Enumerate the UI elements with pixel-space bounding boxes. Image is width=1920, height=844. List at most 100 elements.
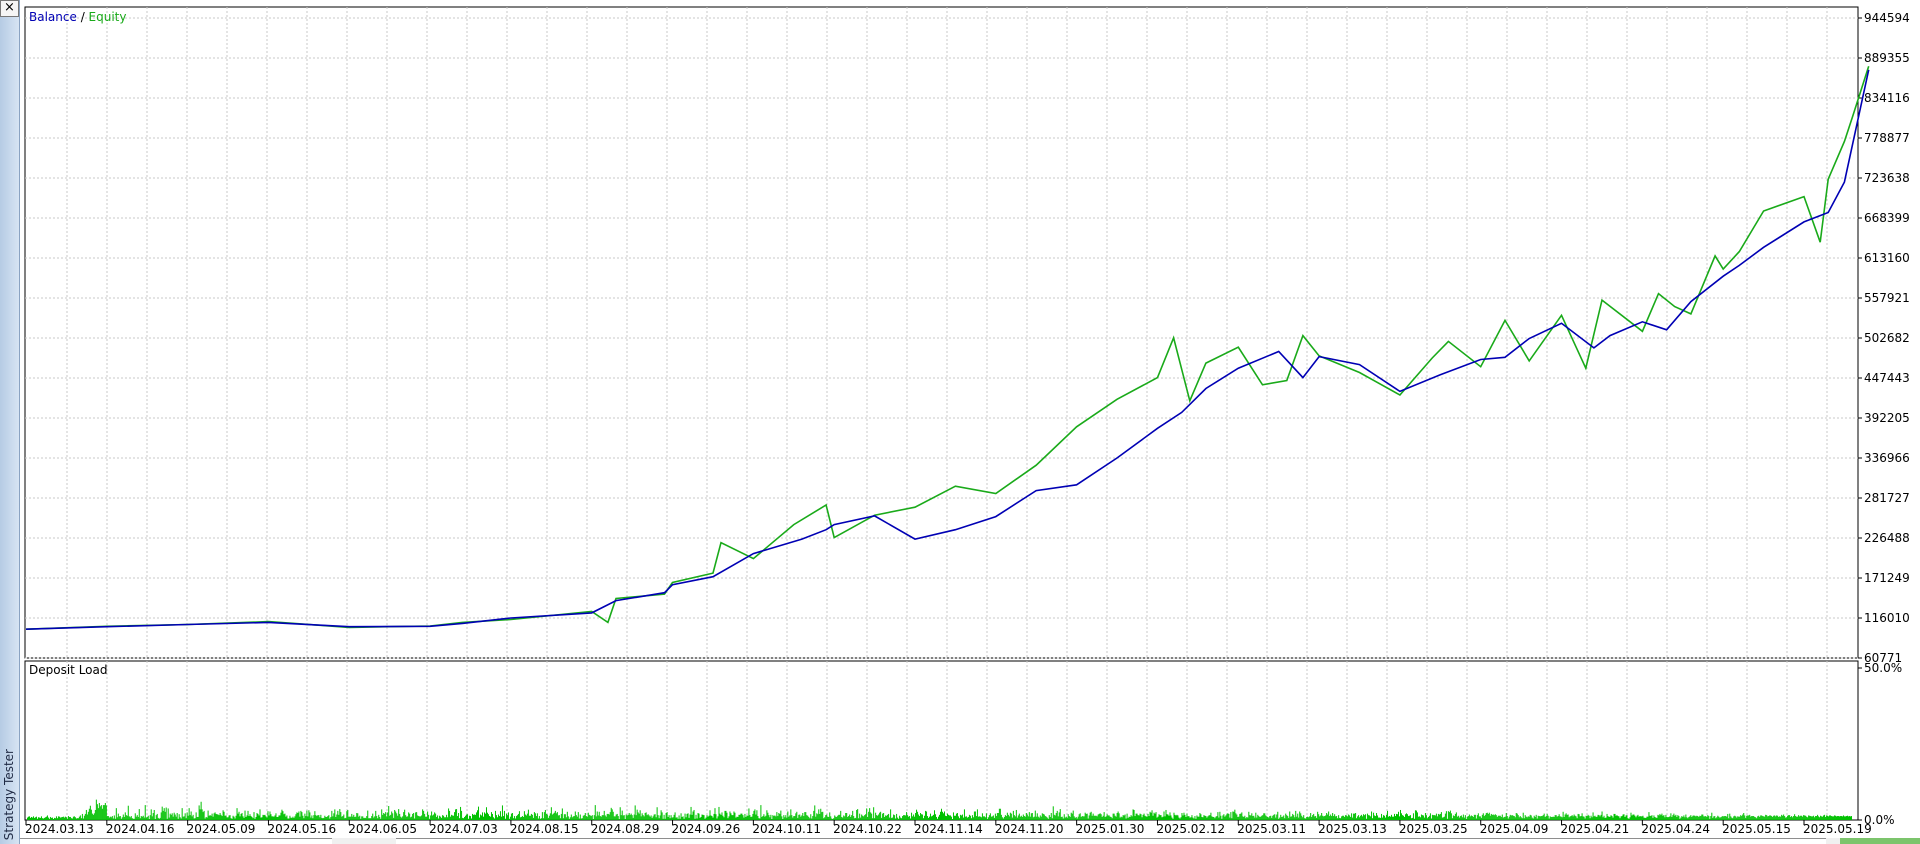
deposit-load-bar bbox=[1236, 814, 1238, 820]
deposit-load-bar bbox=[1009, 812, 1011, 820]
deposit-load-bar bbox=[1219, 811, 1221, 820]
deposit-load-bar bbox=[74, 817, 76, 820]
deposit-load-bar bbox=[165, 807, 167, 820]
deposit-load-bar bbox=[1058, 812, 1060, 820]
deposit-load-bar bbox=[1380, 817, 1382, 820]
deposit-load-bar bbox=[873, 807, 875, 820]
deposit-load-bar bbox=[601, 815, 603, 820]
deposit-load-bar bbox=[658, 818, 660, 820]
deposit-load-bar bbox=[332, 816, 334, 820]
deposit-load-bar bbox=[1149, 811, 1151, 820]
deposit-load-bar bbox=[486, 812, 488, 820]
scrollbar-track[interactable] bbox=[396, 838, 1826, 844]
deposit-load-bar bbox=[1348, 814, 1350, 820]
deposit-load-bar bbox=[904, 815, 906, 820]
deposit-load-bar bbox=[324, 815, 326, 820]
deposit-load-bar bbox=[484, 812, 485, 820]
deposit-load-bar bbox=[1563, 816, 1565, 820]
deposit-load-bar bbox=[575, 815, 577, 820]
deposit-load-bar bbox=[83, 815, 85, 820]
deposit-load-bar bbox=[789, 815, 791, 820]
deposit-load-bar bbox=[545, 813, 547, 820]
deposit-load-bar bbox=[762, 816, 764, 820]
deposit-load-bar bbox=[1350, 816, 1352, 820]
deposit-load-bar bbox=[1721, 816, 1723, 820]
deposit-load-bar bbox=[1051, 818, 1053, 820]
deposit-load-bar bbox=[645, 812, 647, 820]
deposit-load-bar bbox=[1453, 816, 1455, 820]
deposit-load-bar bbox=[1722, 816, 1724, 820]
deposit-load-bar bbox=[1645, 817, 1647, 820]
deposit-load-bar bbox=[951, 819, 953, 820]
deposit-load-bar bbox=[561, 808, 563, 820]
deposit-load-bar bbox=[291, 817, 293, 820]
deposit-load-bar bbox=[775, 816, 777, 820]
deposit-load-bar bbox=[1480, 817, 1482, 820]
deposit-load-bar bbox=[1559, 816, 1561, 820]
deposit-load-bar bbox=[309, 812, 311, 820]
deposit-load-bar bbox=[34, 817, 36, 820]
deposit-load-bar bbox=[979, 816, 981, 820]
deposit-load-bar bbox=[1746, 815, 1748, 820]
deposit-load-bar bbox=[1274, 814, 1276, 820]
deposit-load-bar bbox=[300, 810, 302, 820]
deposit-load-bar bbox=[1573, 814, 1575, 820]
deposit-load-bar bbox=[150, 809, 152, 820]
deposit-load-bar bbox=[228, 815, 230, 820]
deposit-load-bar bbox=[860, 817, 862, 820]
deposit-load-bar bbox=[897, 817, 899, 820]
deposit-load-bar bbox=[1263, 813, 1265, 820]
deposit-load-bar bbox=[1493, 815, 1495, 820]
deposit-load-bar bbox=[1631, 815, 1633, 820]
deposit-load-bar bbox=[1744, 815, 1746, 820]
deposit-load-bar bbox=[445, 817, 447, 820]
deposit-load-bar bbox=[942, 813, 944, 820]
deposit-load-bar bbox=[492, 817, 494, 820]
deposit-load-bar bbox=[1010, 813, 1012, 820]
deposit-load-bar bbox=[856, 809, 858, 820]
deposit-load-bar bbox=[1291, 816, 1293, 820]
deposit-load-bar bbox=[1293, 815, 1295, 820]
deposit-load-bar bbox=[1466, 816, 1468, 820]
deposit-load-bar bbox=[224, 815, 226, 820]
deposit-load-bar bbox=[576, 816, 578, 820]
deposit-load-bar bbox=[1355, 813, 1357, 820]
deposit-load-bar bbox=[859, 813, 861, 820]
deposit-load-bar bbox=[590, 816, 592, 820]
deposit-load-bar bbox=[418, 816, 420, 820]
deposit-load-bar bbox=[548, 815, 550, 820]
deposit-load-bar bbox=[858, 818, 860, 820]
deposit-load-bar bbox=[1678, 816, 1680, 820]
deposit-load-bar bbox=[1515, 813, 1517, 820]
deposit-load-bar bbox=[1680, 817, 1682, 820]
scrollbar-left-segment[interactable] bbox=[20, 838, 332, 844]
deposit-load-bar bbox=[1731, 817, 1733, 820]
deposit-load-bar bbox=[898, 818, 900, 820]
deposit-load-bar bbox=[1292, 813, 1294, 820]
deposit-load-bar bbox=[1668, 816, 1670, 820]
deposit-load-bar bbox=[792, 817, 794, 820]
deposit-load-bar bbox=[218, 815, 220, 820]
deposit-load-bar bbox=[1178, 817, 1180, 820]
deposit-load-bar bbox=[1711, 812, 1713, 820]
deposit-load-bar bbox=[1715, 818, 1717, 820]
deposit-load-bar bbox=[1697, 816, 1699, 820]
deposit-load-bar bbox=[161, 806, 163, 820]
deposit-load-bar bbox=[949, 815, 951, 820]
deposit-load-bar bbox=[1442, 817, 1444, 820]
deposit-load-bar bbox=[894, 815, 896, 820]
deposit-load-bar bbox=[1788, 815, 1790, 820]
deposit-load-bar bbox=[412, 813, 414, 820]
deposit-load-bar bbox=[1841, 816, 1843, 820]
deposit-load-bar bbox=[1044, 816, 1046, 820]
deposit-load-bar bbox=[1532, 818, 1534, 820]
deposit-load-bar bbox=[89, 805, 91, 820]
deposit-load-bar bbox=[788, 816, 790, 820]
deposit-load-bar bbox=[32, 816, 34, 820]
deposit-load-bar bbox=[1647, 816, 1649, 820]
deposit-load-bar bbox=[1434, 815, 1436, 820]
deposit-load-bar bbox=[1757, 816, 1759, 820]
deposit-load-bar bbox=[631, 815, 633, 820]
deposit-load-bar bbox=[626, 815, 628, 820]
deposit-load-bar bbox=[1060, 816, 1062, 820]
